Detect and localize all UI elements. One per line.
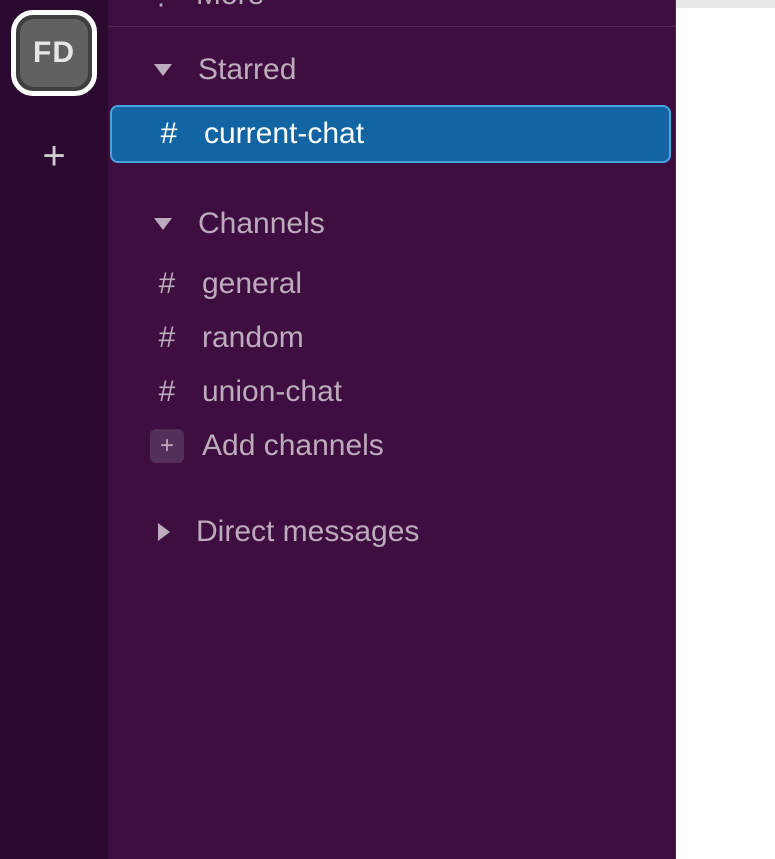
hash-icon: #: [154, 267, 180, 301]
section-header-channels[interactable]: Channels: [108, 191, 675, 257]
caret-right-icon: [158, 523, 170, 541]
channel-union-chat[interactable]: # union-chat: [108, 365, 675, 419]
section-label: Starred: [198, 53, 296, 87]
caret-down-icon: [154, 218, 172, 230]
nav-more-label: More: [196, 0, 264, 12]
caret-down-icon: [154, 64, 172, 76]
channel-name: general: [202, 267, 302, 301]
section-label: Channels: [198, 207, 325, 241]
workspace-switcher[interactable]: FD: [11, 10, 97, 96]
channel-general[interactable]: # general: [108, 257, 675, 311]
main-content: [676, 0, 775, 859]
workspace-rail: FD +: [0, 0, 108, 859]
nav-more[interactable]: ⋮ More: [108, 0, 675, 26]
section-header-direct-messages[interactable]: Direct messages: [108, 499, 675, 565]
workspace-initials: FD: [20, 19, 88, 87]
hash-icon: #: [154, 321, 180, 355]
add-workspace-button[interactable]: +: [42, 136, 65, 176]
hash-icon: #: [156, 117, 182, 151]
hash-icon: #: [154, 375, 180, 409]
divider: [108, 26, 675, 27]
channel-sidebar: ⋮ More Starred # current-chat Channels #…: [108, 0, 676, 859]
channel-name: union-chat: [202, 375, 342, 409]
section-label: Direct messages: [196, 515, 419, 549]
channel-random[interactable]: # random: [108, 311, 675, 365]
add-channels-label: Add channels: [202, 429, 384, 463]
channel-name: current-chat: [204, 117, 364, 151]
channel-current-chat[interactable]: # current-chat: [110, 105, 671, 163]
more-icon: ⋮: [148, 0, 174, 8]
add-channels-button[interactable]: + Add channels: [108, 419, 675, 473]
plus-icon: +: [150, 429, 184, 463]
section-header-starred[interactable]: Starred: [108, 37, 675, 103]
channel-name: random: [202, 321, 304, 355]
